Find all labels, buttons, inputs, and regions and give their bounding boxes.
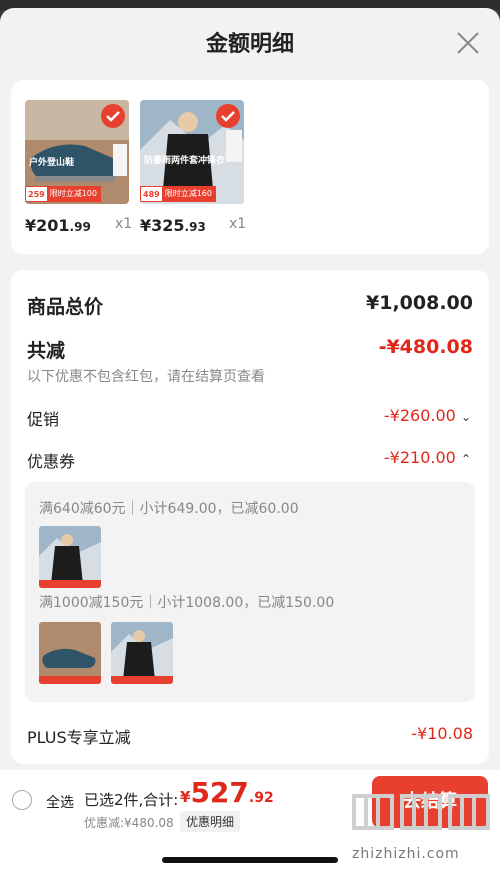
watermark-text: zhizhizhi.com <box>352 846 460 862</box>
select-all-radio[interactable] <box>12 790 32 810</box>
price-tag: 489 限时立减160 <box>140 186 216 202</box>
promo-label: 促销 <box>27 410 60 429</box>
tag-price: 259 <box>26 189 47 199</box>
product-caption: 防暴雨两件套冲锋衣 <box>144 156 226 166</box>
tag-price: 489 <box>141 189 162 199</box>
discount-detail-button[interactable]: 优惠明细 <box>180 811 241 832</box>
product-image-jacket[interactable]: 防暴雨两件套冲锋衣 489 限时立减160 <box>140 100 244 204</box>
plus-value: -¥10.08 <box>411 724 473 743</box>
total-label: 商品总价 <box>27 296 104 318</box>
sheet-title: 金额明细 <box>205 32 294 57</box>
total-value: ¥1,008.00 <box>366 292 473 314</box>
coupon-label: 优惠券 <box>27 452 76 471</box>
promo-row[interactable]: -¥260.00 ⌄ <box>384 406 471 425</box>
selected-check-icon[interactable] <box>101 104 125 128</box>
product-price: ¥201.99 <box>25 216 91 235</box>
chevron-down-icon: ⌄ <box>460 410 471 424</box>
total-price: ¥527.92 <box>180 776 274 809</box>
product-image-shoes[interactable]: 户外登山鞋 259 限时立减100 <box>25 100 129 204</box>
promo-value: -¥260.00 <box>383 406 456 425</box>
tag-text: 限时立减160 <box>161 187 215 201</box>
reduce-value: -¥480.08 <box>378 336 473 358</box>
coupon-rule-2: 满1000减150元｜小计1008.00，已减150.00 <box>39 595 335 611</box>
product-card: 户外登山鞋 259 限时立减100 ¥201.99 x1 防暴雨两件套冲锋衣 4… <box>11 80 489 254</box>
plus-label: PLUS专享立减 <box>27 728 131 747</box>
coupon-row[interactable]: -¥210.00 ⌃ <box>384 448 471 467</box>
amount-detail-sheet: 金额明细 户外登山鞋 259 限时立减100 ¥201.99 x1 防暴雨两件套… <box>0 8 500 874</box>
tag-text: 限时立减100 <box>46 187 100 201</box>
coupon-detail-box: 满640减60元｜小计649.00，已减60.00 满1000减150元｜小计1… <box>25 482 475 702</box>
selected-check-icon[interactable] <box>216 104 240 128</box>
coupon-item-jacket <box>111 622 173 684</box>
discount-total: 优惠减:¥480.08 <box>84 816 174 830</box>
close-icon[interactable] <box>455 30 481 56</box>
product-qty: x1 <box>229 216 247 232</box>
price-dec: .99 <box>69 220 91 234</box>
price-tag: 259 限时立减100 <box>25 186 101 202</box>
price-dec: .93 <box>184 220 206 234</box>
coupon-item-jacket <box>39 526 101 588</box>
chevron-up-icon: ⌃ <box>460 452 471 466</box>
product-caption: 户外登山鞋 <box>29 158 75 168</box>
coupon-value: -¥210.00 <box>383 448 456 467</box>
total-dec: .92 <box>248 790 274 806</box>
price-int: ¥325 <box>140 216 185 235</box>
coupon-item-shoes <box>39 622 101 684</box>
product-price: ¥325.93 <box>140 216 206 235</box>
discount-note: 以下优惠不包含红包，请在结算页查看 <box>27 369 265 385</box>
selected-count: 已选2件,合计: <box>84 791 179 809</box>
coupon-rule-1: 满640减60元｜小计649.00，已减60.00 <box>39 501 299 517</box>
price-int: ¥201 <box>25 216 70 235</box>
select-all-label[interactable]: 全选 <box>46 792 74 812</box>
product-qty: x1 <box>115 216 133 232</box>
price-summary-card: 商品总价 ¥1,008.00 共减 -¥480.08 以下优惠不包含红包，请在结… <box>11 270 489 764</box>
reduce-label: 共减 <box>27 340 66 362</box>
total-yen: ¥ <box>180 788 191 806</box>
total-int: 527 <box>190 776 249 809</box>
home-indicator <box>162 857 338 863</box>
watermark-logo <box>350 792 494 832</box>
